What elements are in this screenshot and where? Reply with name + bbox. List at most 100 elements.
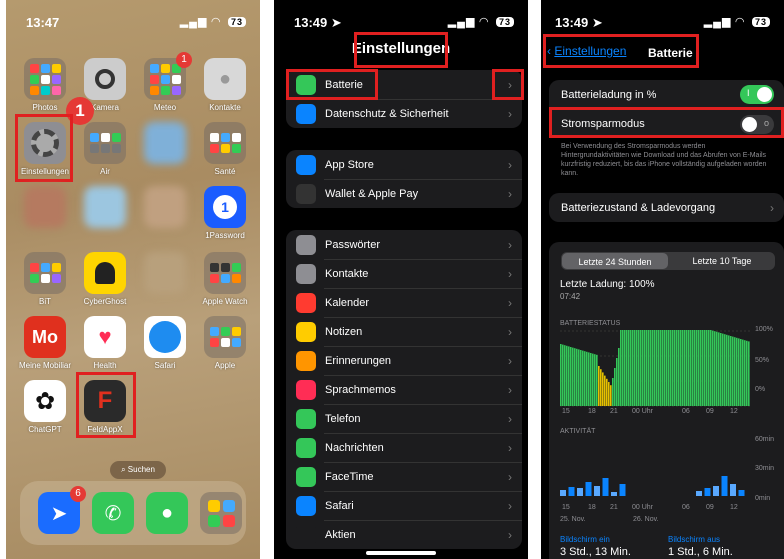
chevron-right-icon: › (508, 440, 512, 455)
battery-bar (740, 339, 742, 406)
app-cyberghost[interactable]: CyberGhost (76, 252, 134, 306)
battery-bar (648, 330, 650, 406)
battery-bar (598, 366, 600, 406)
battery-bar (624, 330, 626, 406)
settings-row-erinnerungen[interactable]: Erinnerungen › (286, 346, 522, 375)
status-bar: 13:49 ➤ ▂▄▆ ◠ 73 (541, 12, 784, 32)
x-tick: 18 (588, 504, 596, 511)
heart-icon: ♥ (84, 316, 126, 358)
chevron-right-icon: › (508, 186, 512, 201)
settings-row-kontakte[interactable]: Kontakte › (286, 259, 522, 288)
app-applewatch-folder[interactable]: Apple Watch (196, 252, 254, 306)
compass-icon (144, 316, 186, 358)
battery-bar (592, 353, 594, 406)
app-bit-folder[interactable]: BiT (16, 252, 74, 306)
ghost-icon (84, 252, 126, 294)
activity-bar (611, 492, 617, 496)
settings-row-kalender[interactable]: Kalender › (286, 288, 522, 317)
wallet-icon (296, 183, 316, 204)
settings-group-3: Passwörter › Kontakte › Kalender › Notizen › Eri… (286, 230, 522, 549)
battery-bar (584, 351, 586, 406)
chevron-right-icon: › (508, 106, 512, 121)
app-kontakte[interactable]: ● Kontakte (196, 58, 254, 112)
app-label: ChatGPT (28, 425, 62, 434)
camera-icon (84, 58, 126, 100)
settings-row-label: Telefon (325, 412, 361, 425)
x-tick: 18 (588, 408, 596, 415)
settings-row-facetime[interactable]: FaceTime › (286, 462, 522, 491)
calendar-icon (296, 292, 316, 313)
segment-10d[interactable]: Letzte 10 Tage (669, 252, 775, 270)
last-charge-time: 07:42 (560, 292, 581, 301)
battery-bar (640, 330, 642, 406)
battery-bar (620, 330, 622, 406)
app-chatgpt[interactable]: ✿ ChatGPT (16, 380, 74, 434)
app-safari[interactable]: Safari (136, 316, 194, 370)
app-blurred[interactable] (136, 186, 194, 231)
battery-health-row[interactable]: Batteriezustand & Ladevorgang › (549, 193, 784, 222)
battery-bar (656, 330, 658, 406)
chevron-right-icon: › (508, 382, 512, 397)
app-meteo-folder[interactable]: 1 Meteo (136, 52, 194, 112)
settings-row-nachrichten[interactable]: Nachrichten › (286, 433, 522, 462)
signal-wifi-battery: ▂▄▆ ◠ 73 (180, 15, 246, 28)
battery-bar (734, 337, 736, 406)
battery-health-group[interactable]: Batteriezustand & Ladevorgang › (549, 193, 784, 222)
app-apple-folder[interactable]: Apple (196, 316, 254, 370)
activity-bar (730, 484, 736, 496)
app-blurred[interactable] (16, 186, 74, 231)
settings-row-sprachmemos[interactable]: Sprachmemos › (286, 375, 522, 404)
chevron-right-icon: › (508, 237, 512, 252)
blurred-app-icon (24, 186, 66, 228)
time-range-segment[interactable]: Letzte 24 Stunden Letzte 10 Tage (561, 252, 775, 270)
status-bar: 13:49 ➤ ▂▄▆ ◠ 73 (274, 12, 528, 32)
app-blurred[interactable] (136, 122, 194, 167)
screen-on-label: Bildschirm ein (560, 535, 610, 544)
app-air-folder[interactable]: Air (76, 122, 134, 176)
battery-bar (602, 372, 604, 406)
x-tick: 00 Uhr (632, 504, 654, 511)
battery-bar (720, 333, 722, 406)
spotlight-search-button[interactable]: ⌕ Suchen (110, 461, 166, 479)
app-1password[interactable]: 1 1Password (196, 186, 254, 240)
settings-row-telefon[interactable]: Telefon › (286, 404, 522, 433)
battery-bar (744, 340, 746, 406)
screen-off-value: 1 Std., 6 Min. (668, 546, 733, 558)
battery-bar (722, 333, 724, 406)
app-health[interactable]: ♥ Health (76, 316, 134, 370)
app-label: Meine Mobiliar (18, 361, 72, 370)
app-sante-folder[interactable]: Santé (196, 122, 254, 176)
screen-off-label: Bildschirm aus (668, 535, 721, 544)
battery-bar (738, 338, 740, 406)
battery-bar (566, 345, 568, 406)
phone-icon[interactable]: ✆ (92, 492, 134, 534)
app-label: Apple (214, 361, 236, 370)
chevron-right-icon: › (508, 469, 512, 484)
settings-row-notizen[interactable]: Notizen › (286, 317, 522, 346)
battery-percent-toggle[interactable]: I (740, 85, 774, 104)
blurred-app-icon (144, 122, 186, 164)
settings-row-app-store[interactable]: App Store › (286, 150, 522, 179)
settings-row-datenschutz-sicherheit[interactable]: Datenschutz & Sicherheit › (286, 99, 522, 128)
blurred-app-icon (144, 252, 186, 294)
app-blurred[interactable] (136, 252, 194, 297)
app-mobiliar[interactable]: Mo Meine Mobiliar (16, 316, 74, 370)
app-photos-folder[interactable]: Photos (16, 58, 74, 112)
folder-icon[interactable] (200, 492, 242, 534)
battery-bar (634, 330, 636, 406)
folder-icon (84, 122, 126, 164)
segment-24h[interactable]: Letzte 24 Stunden (562, 253, 668, 269)
settings-row-passwörter[interactable]: Passwörter › (286, 230, 522, 259)
navigation-app-icon[interactable]: ➤ 6 (38, 486, 86, 534)
settings-row-aktien[interactable]: Aktien › (286, 520, 522, 549)
mobiliar-logo-icon: Mo (24, 316, 66, 358)
settings-row-wallet-apple-pay[interactable]: Wallet & Apple Pay › (286, 179, 522, 208)
contacts-icon: ● (204, 58, 246, 100)
activity-bar (721, 476, 728, 496)
settings-row-safari[interactable]: Safari › (286, 491, 522, 520)
messages-icon[interactable]: ● (146, 492, 188, 534)
status-time: 13:49 ➤ (294, 15, 342, 30)
last-charge: Letzte Ladung: 100% (560, 279, 655, 290)
app-blurred[interactable] (76, 186, 134, 231)
battery-bar (626, 330, 628, 406)
